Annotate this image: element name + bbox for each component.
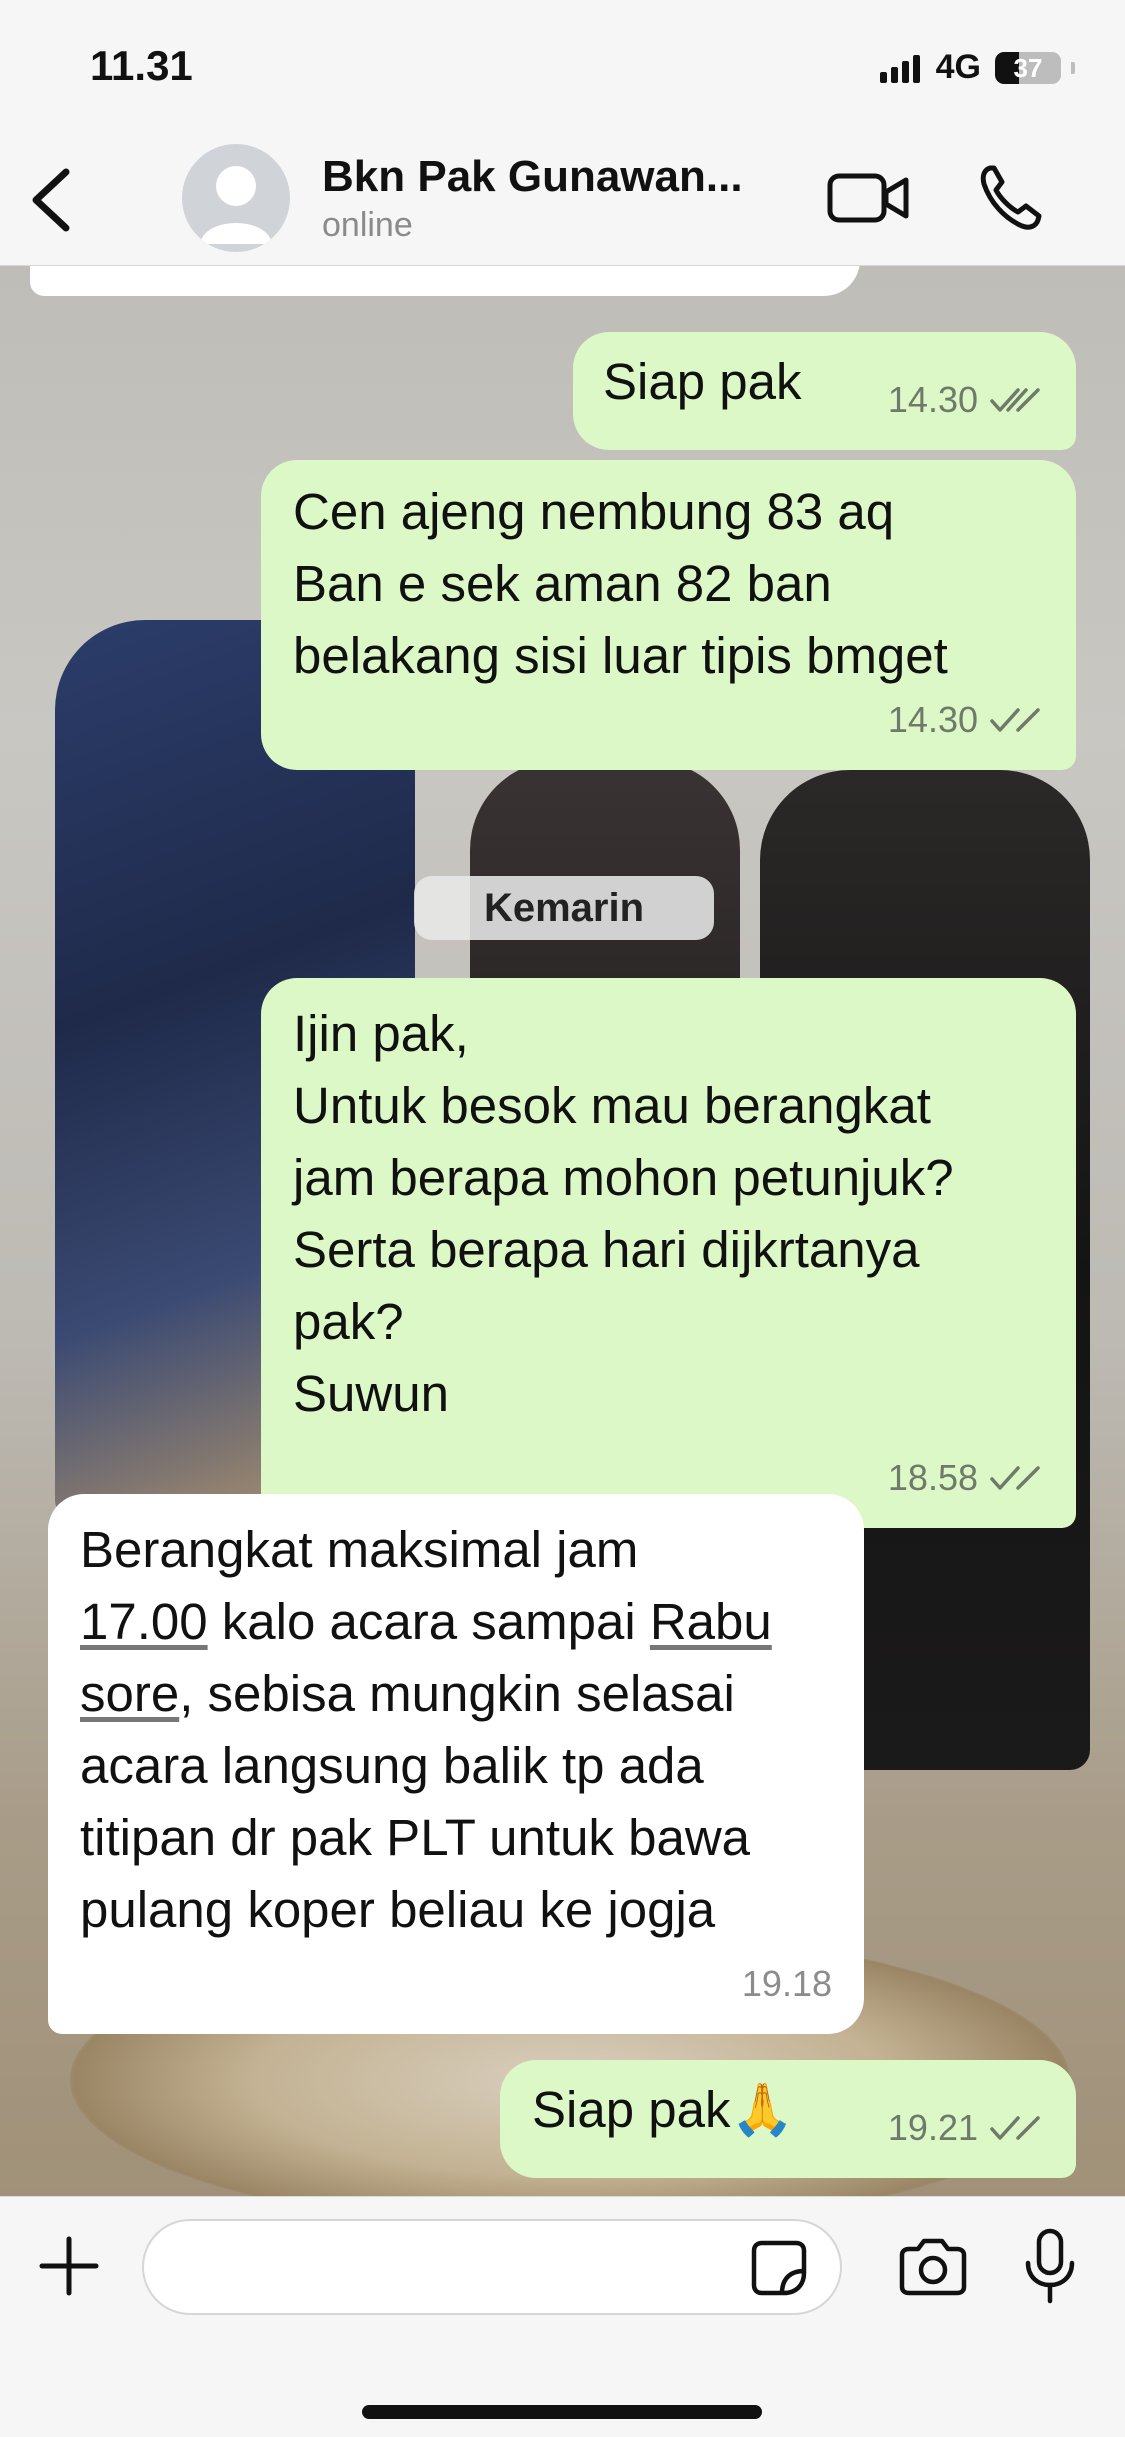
status-time: 11.31 [90, 42, 193, 89]
status-bar: 11.31 4G 37 [0, 0, 1125, 130]
home-indicator[interactable] [362, 2405, 762, 2419]
message-text: Ijin pak, Untuk besok mau berangkat jam … [293, 1005, 954, 1422]
person-icon [200, 166, 272, 244]
double-check-icon [990, 388, 1040, 412]
date-separator: Kemarin [414, 876, 714, 940]
message-bubble-outgoing[interactable]: Siap pak 14.30 [573, 332, 1076, 450]
video-camera-icon[interactable] [826, 168, 910, 228]
message-list[interactable]: Siap pak 14.30 Cen ajeng nembung 83 aq B… [0, 266, 1125, 2196]
chevron-left-icon[interactable] [22, 160, 82, 240]
camera-icon[interactable] [896, 2237, 970, 2297]
phone-icon[interactable] [978, 162, 1044, 232]
message-time: 19.21 [887, 2107, 978, 2148]
battery-icon: 37 [995, 51, 1061, 84]
plus-icon[interactable] [36, 2233, 102, 2299]
date-link[interactable]: 17.00 [80, 1593, 208, 1650]
message-input[interactable] [142, 2219, 842, 2315]
input-bar [0, 2196, 1125, 2437]
message-meta: 14.30 [888, 364, 1044, 436]
double-check-icon [990, 2116, 1040, 2140]
network-type: 4G [935, 48, 981, 86]
message-meta: 19.18 [742, 1948, 832, 2020]
message-meta: 18.58 [888, 1442, 1044, 1514]
message-bubble-incoming[interactable]: Berangkat maksimal jam 17.00 kalo acara … [48, 1494, 864, 2034]
message-time: 18.58 [887, 1457, 978, 1498]
message-time: 14.30 [887, 379, 978, 420]
double-check-icon [990, 708, 1040, 732]
battery-level: 37 [1013, 52, 1043, 83]
sticker-icon[interactable] [750, 2239, 808, 2297]
message-time: 14.30 [887, 699, 978, 740]
message-time: 19.18 [741, 1963, 832, 2004]
chat-header: Bkn Pak Gunawan... online [0, 130, 1125, 266]
message-meta: 19.21 [888, 2092, 1044, 2164]
message-text: Berangkat maksimal jam 17.00 kalo acara … [80, 1521, 772, 1938]
message-text: Cen ajeng nembung 83 aq Ban e sek aman 8… [293, 483, 948, 684]
microphone-icon[interactable] [1022, 2227, 1078, 2307]
status-indicators: 4G 37 [879, 48, 1075, 87]
message-bubble-outgoing[interactable]: Ijin pak, Untuk besok mau berangkat jam … [261, 978, 1076, 1528]
message-bubble-outgoing[interactable]: Cen ajeng nembung 83 aq Ban e sek aman 8… [261, 460, 1076, 770]
message-bubble-outgoing[interactable]: Siap pak🙏 19.21 [500, 2060, 1076, 2178]
message-meta: 14.30 [888, 684, 1044, 756]
signal-icon [879, 53, 920, 83]
message-bubble-partial [30, 266, 860, 296]
contact-status: online [322, 206, 413, 244]
double-check-icon [990, 1466, 1040, 1490]
contact-name[interactable]: Bkn Pak Gunawan... [322, 152, 792, 202]
avatar[interactable] [182, 144, 290, 252]
